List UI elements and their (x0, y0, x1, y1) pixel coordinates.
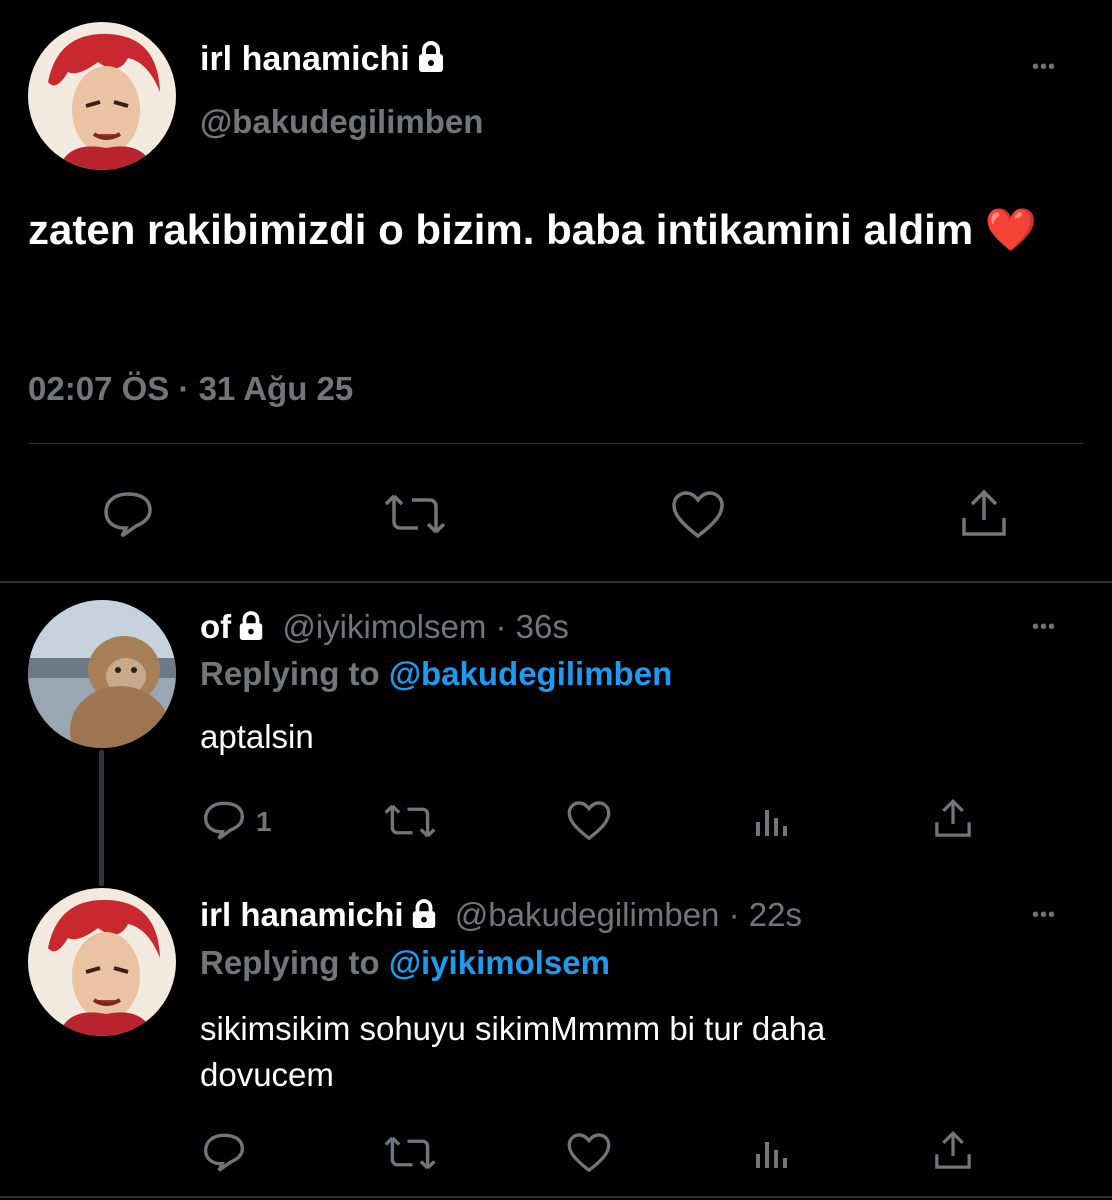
reply-author-name[interactable]: of (200, 608, 231, 645)
more-icon[interactable]: ••• (1032, 56, 1056, 79)
analytics-icon[interactable] (752, 1134, 792, 1170)
analytics-icon[interactable] (752, 802, 792, 838)
reply-handle[interactable]: @bakudegilimben (455, 896, 720, 933)
reply-icon[interactable] (102, 490, 154, 538)
author-name[interactable]: irl hanamichi (200, 40, 410, 78)
lock-icon (416, 41, 446, 82)
tweet-text: zaten rakibimizdi o bizim. baba intikami… (28, 206, 974, 253)
tweet-timestamp[interactable]: 02:07 ÖS · 31 Ağu 25 (28, 370, 353, 408)
replying-to-handle[interactable]: @iyikimolsem (389, 944, 610, 981)
like-icon[interactable] (670, 490, 726, 540)
retweet-icon[interactable] (384, 492, 446, 536)
retweet-icon[interactable] (384, 1134, 436, 1172)
reply-icon[interactable] (202, 800, 246, 840)
reply-handle[interactable]: @iyikimolsem (282, 608, 486, 645)
replying-to-label: Replying to (200, 944, 380, 981)
reply-avatar[interactable] (28, 888, 176, 1036)
replying-to-label: Replying to (200, 655, 380, 692)
reply-text: aptalsin (200, 718, 314, 755)
more-icon[interactable]: ••• (1032, 616, 1056, 639)
reply-avatar[interactable] (28, 600, 176, 748)
share-icon[interactable] (932, 798, 974, 840)
retweet-icon[interactable] (384, 802, 436, 840)
reply-text-line: dovucem (200, 1056, 334, 1093)
share-icon[interactable] (932, 1130, 974, 1172)
replying-to-handle[interactable]: @bakudegilimben (389, 655, 672, 692)
reply-text-line: sikimsikim sohuyu sikimMmmm bi tur daha (200, 1010, 826, 1047)
author-handle[interactable]: @bakudegilimben (200, 103, 483, 141)
lock-icon (410, 899, 438, 937)
reply-age: · 36s (495, 608, 569, 645)
reply-count: 1 (256, 806, 272, 837)
bottom-divider (0, 1196, 1112, 1198)
like-icon[interactable] (566, 1132, 612, 1174)
like-icon[interactable] (566, 800, 612, 842)
lock-icon (237, 611, 265, 649)
reply-icon[interactable] (202, 1132, 246, 1172)
divider (28, 443, 1084, 444)
reply-author-name[interactable]: irl hanamichi (200, 896, 404, 933)
share-icon[interactable] (958, 488, 1010, 540)
more-icon[interactable]: ••• (1032, 904, 1056, 927)
reply-age: · 22s (728, 896, 802, 933)
section-divider (0, 581, 1112, 583)
thread-line (99, 750, 104, 886)
heart-emoji: ❤️ (984, 206, 1038, 253)
author-avatar[interactable] (28, 22, 176, 170)
